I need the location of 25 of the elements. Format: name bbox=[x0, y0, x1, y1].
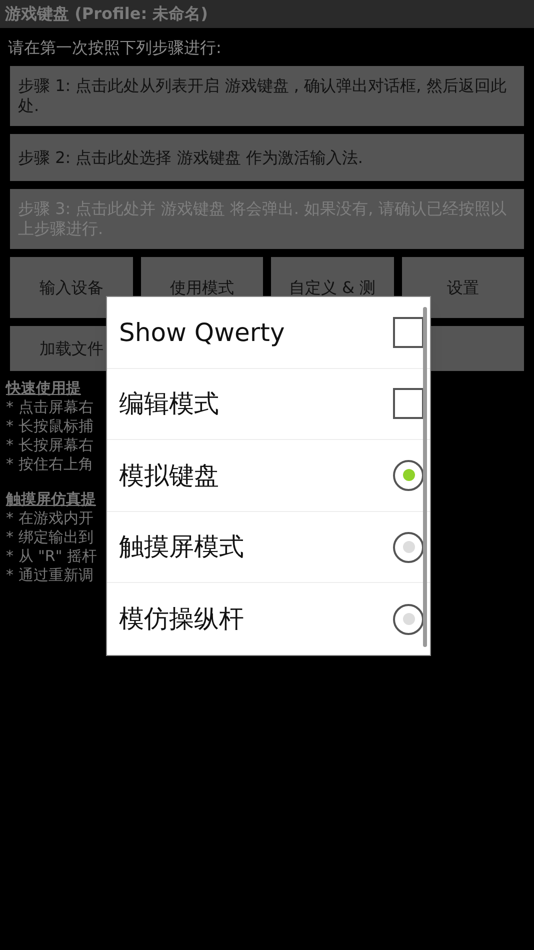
step-button[interactable]: 步骤 1: 点击此处从列表开启 游戏键盘 , 确认弹出对话框, 然后返回此处. bbox=[10, 66, 524, 126]
tip-line: * 在游戏内开 bbox=[6, 509, 94, 528]
window-title: 游戏键盘 (Profile: 未命名) bbox=[5, 3, 208, 25]
tip-line: * 长按鼠标捕 bbox=[6, 417, 94, 436]
option-label: 模拟键盘 bbox=[119, 460, 220, 492]
tips-heading: 快速使用提 bbox=[6, 379, 81, 398]
checkbox[interactable] bbox=[393, 316, 424, 348]
option-label: 触摸屏模式 bbox=[119, 531, 245, 564]
tip-line: * 通过重新调 bbox=[6, 566, 94, 585]
checkbox[interactable] bbox=[393, 388, 424, 420]
option-label: 模仿操纵杆 bbox=[119, 603, 245, 636]
tip-line: * 绑定输出到 bbox=[6, 528, 94, 547]
tips-heading: 触摸屏仿真提 bbox=[6, 490, 96, 509]
step-button[interactable]: 步骤 2: 点击此处选择 游戏键盘 作为激活输入法. bbox=[10, 134, 524, 181]
radio-button[interactable] bbox=[393, 460, 424, 491]
intro-text: 请在第一次按照下列步骤进行: bbox=[7, 37, 222, 59]
menu-button[interactable]: 设置 bbox=[402, 257, 524, 318]
tip-line: * 点击屏幕右 bbox=[6, 398, 94, 417]
tip-line: * 从 "R" 摇杆 bbox=[6, 547, 98, 566]
option-label: 编辑模式 bbox=[119, 388, 220, 420]
radio-button[interactable] bbox=[393, 604, 424, 635]
tip-line: * 长按屏幕右 bbox=[6, 436, 94, 455]
menu-button[interactable]: 输入设备 bbox=[10, 257, 132, 318]
radio-button[interactable] bbox=[393, 532, 424, 563]
tip-line: * 按住右上角 bbox=[6, 455, 94, 474]
